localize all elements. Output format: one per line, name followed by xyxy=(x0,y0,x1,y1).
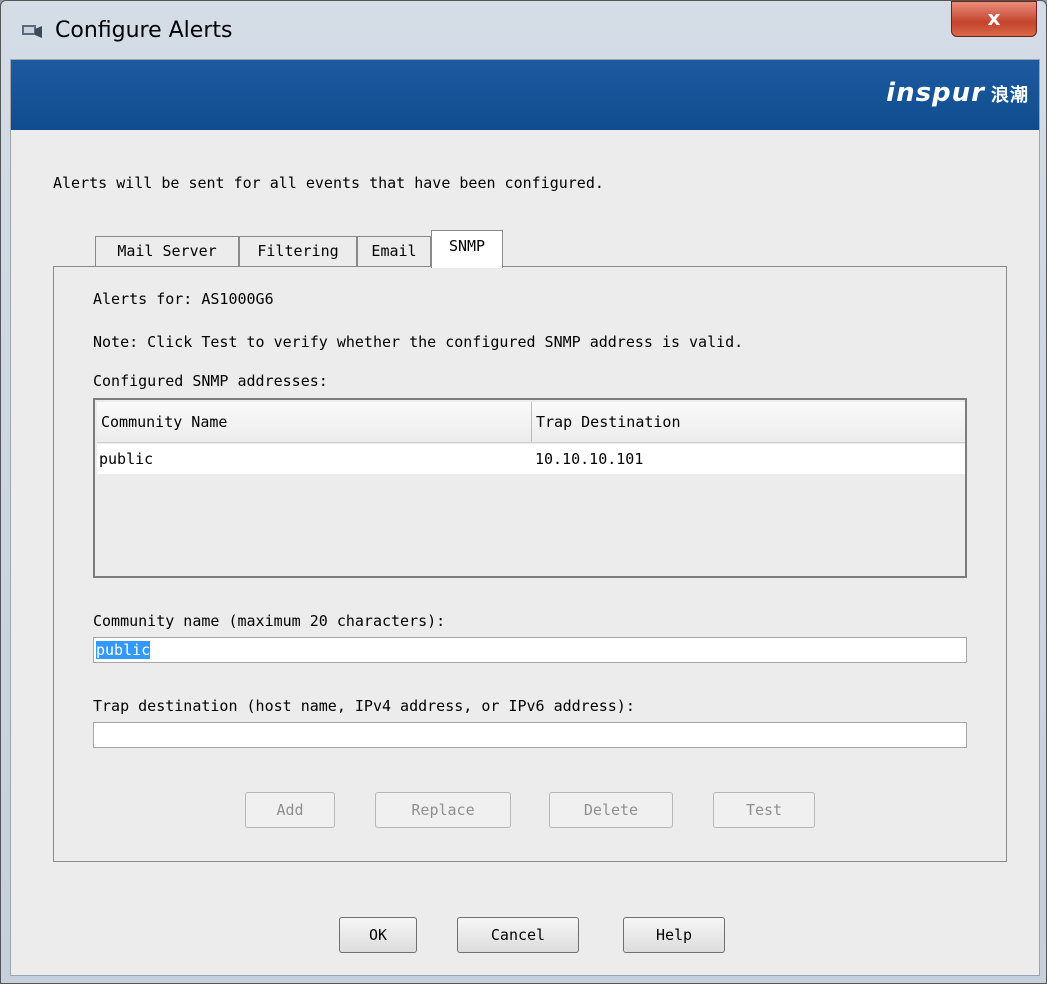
test-button[interactable]: Test xyxy=(713,792,815,828)
logo-text: inspur xyxy=(886,78,985,108)
configured-addresses-label: Configured SNMP addresses: xyxy=(93,372,328,390)
cell-community: public xyxy=(99,450,154,468)
trap-destination-input[interactable] xyxy=(93,722,967,748)
trap-destination-label: Trap destination (host name, IPv4 addres… xyxy=(93,697,635,715)
alerts-for-label: Alerts for: AS1000G6 xyxy=(93,290,274,308)
help-button[interactable]: Help xyxy=(623,917,725,953)
add-button[interactable]: Add xyxy=(245,792,335,828)
tab-email[interactable]: Email xyxy=(357,236,431,266)
tab-snmp[interactable]: SNMP xyxy=(431,230,503,268)
inspur-logo: inspur 浪潮 xyxy=(886,78,1029,108)
community-name-value: public xyxy=(96,641,151,659)
community-name-label: Community name (maximum 20 characters): xyxy=(93,612,446,630)
app-icon xyxy=(22,25,42,38)
column-header-community[interactable]: Community Name xyxy=(97,402,531,442)
tab-filtering[interactable]: Filtering xyxy=(239,236,357,266)
ok-button[interactable]: OK xyxy=(339,917,417,953)
community-name-input[interactable]: public xyxy=(93,637,967,663)
close-icon: x xyxy=(987,6,1001,30)
intro-text: Alerts will be sent for all events that … xyxy=(53,174,604,192)
logo-cn-text: 浪潮 xyxy=(991,85,1029,106)
table-row[interactable]: public 10.10.10.101 xyxy=(97,444,965,474)
title-bar[interactable]: Configure Alerts x xyxy=(1,1,1046,59)
dialog-body: inspur 浪潮 Alerts will be sent for all eve… xyxy=(10,59,1040,976)
cancel-button[interactable]: Cancel xyxy=(457,917,579,953)
window-title: Configure Alerts xyxy=(55,18,233,43)
tab-mail-server[interactable]: Mail Server xyxy=(95,236,239,266)
snmp-address-table[interactable]: Community Name Trap Destination public 1… xyxy=(93,398,967,578)
column-header-destination[interactable]: Trap Destination xyxy=(531,402,965,442)
cell-destination: 10.10.10.101 xyxy=(535,450,644,468)
note-text: Note: Click Test to verify whether the c… xyxy=(93,333,744,351)
close-button[interactable]: x xyxy=(951,1,1037,37)
delete-button[interactable]: Delete xyxy=(549,792,673,828)
table-header: Community Name Trap Destination xyxy=(97,402,965,443)
banner: inspur 浪潮 xyxy=(11,60,1039,130)
configure-alerts-window: Configure Alerts x inspur 浪潮 Alerts will … xyxy=(0,0,1047,984)
replace-button[interactable]: Replace xyxy=(375,792,511,828)
